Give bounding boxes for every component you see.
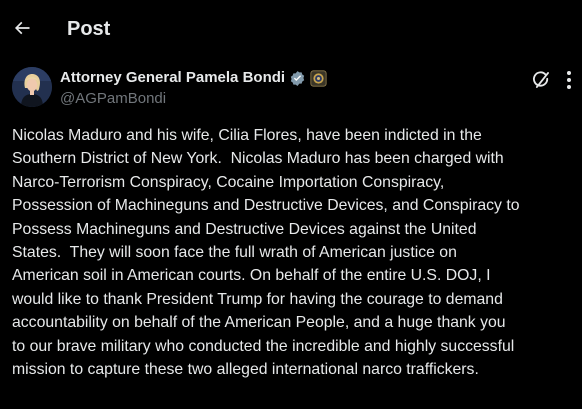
avatar-image [12,67,52,107]
more-options-button[interactable] [558,67,580,93]
author-handle[interactable]: @AGPamBondi [60,89,166,109]
more-dots-vertical-icon [567,71,571,89]
author-avatar[interactable] [12,67,52,107]
author-name-row: Attorney General Pamela Bondi [60,68,327,88]
grok-icon [533,71,549,89]
page-title: Post [67,18,111,40]
arrow-left-icon [14,21,30,35]
verified-badge-icon[interactable] [289,70,306,87]
post-body-text: Nicolas Maduro and his wife, Cilia Flore… [12,127,520,379]
grok-button[interactable] [528,67,554,93]
post-header: Post [0,0,582,58]
government-seal-icon[interactable] [310,69,327,87]
author-display-name[interactable]: Attorney General Pamela Bondi [60,68,285,88]
back-button[interactable] [8,14,36,42]
